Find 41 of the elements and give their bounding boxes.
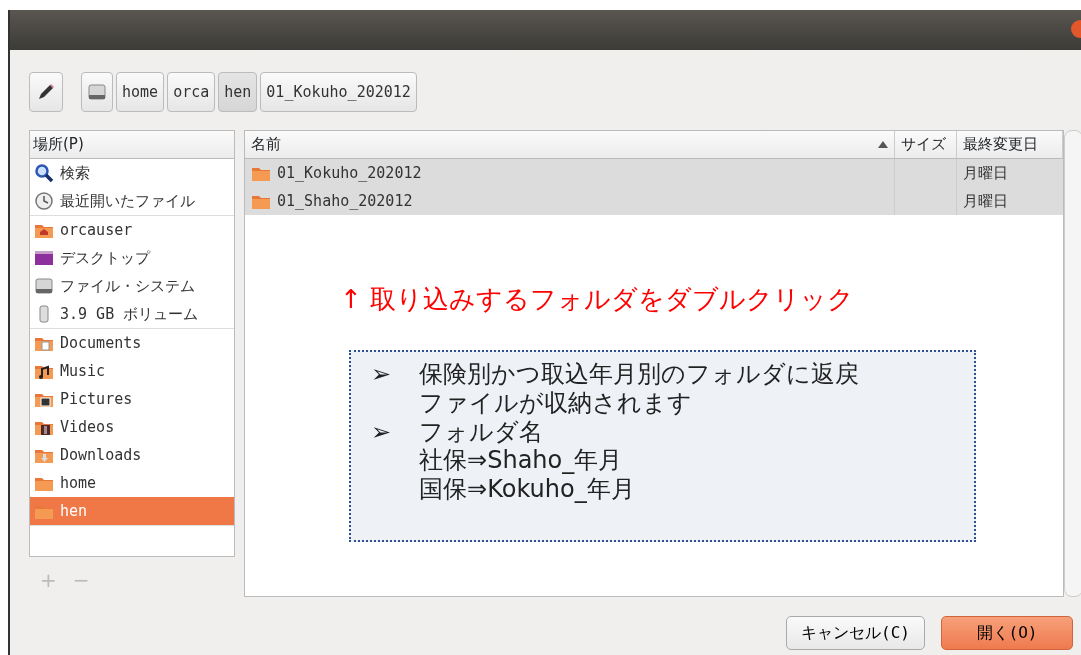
- place-item[interactable]: home: [30, 469, 234, 497]
- drive-icon: [87, 82, 107, 103]
- place-item[interactable]: ファイル・システム: [30, 272, 234, 300]
- note-line: 国保⇒Kokuho_年月: [419, 475, 635, 504]
- place-item[interactable]: 最近開いたファイル: [30, 187, 234, 215]
- clock-icon: [34, 191, 54, 211]
- file-row[interactable]: 01_Kokuho_202012 月曜日: [245, 159, 1063, 187]
- bullet-icon: ➢: [371, 417, 392, 504]
- column-header[interactable]: 名前: [245, 131, 895, 158]
- place-item[interactable]: デスクトップ: [30, 244, 234, 272]
- place-item[interactable]: Documents: [30, 329, 234, 357]
- path-crumb[interactable]: 01_Kokuho_202012: [260, 72, 417, 112]
- place-item[interactable]: 検索: [30, 159, 234, 187]
- column-header[interactable]: サイズ: [895, 131, 957, 158]
- annotation-text: ↑ 取り込みするフォルダをダブルクリック: [340, 283, 855, 316]
- path-crumb[interactable]: home: [116, 72, 165, 112]
- scrollbar[interactable]: [1064, 130, 1081, 597]
- place-item[interactable]: Downloads: [30, 441, 234, 469]
- cancel-button[interactable]: キャンセル(C): [786, 616, 925, 650]
- place-item[interactable]: orcauser: [30, 216, 234, 244]
- path-crumb[interactable]: orca: [167, 72, 216, 112]
- place-item[interactable]: Pictures: [30, 385, 234, 413]
- column-header[interactable]: 最終変更日: [957, 131, 1063, 158]
- note-line: ファイルが収納されます: [419, 388, 694, 418]
- place-item[interactable]: 3.9 GB ボリューム: [30, 300, 234, 328]
- path-crumb[interactable]: hen: [218, 72, 258, 112]
- drive-icon: [34, 276, 54, 296]
- open-button[interactable]: 開く(O): [941, 616, 1073, 650]
- edit-button[interactable]: [29, 72, 63, 112]
- bullet-icon: ➢: [371, 360, 392, 418]
- place-item[interactable]: Music: [30, 357, 234, 385]
- note-line: 保険別かつ取込年月別のフォルダに返戻: [419, 360, 860, 389]
- sort-arrow-icon: [878, 141, 888, 148]
- note-line: 社保⇒Shaho_年月: [419, 446, 624, 476]
- search-icon: [34, 163, 54, 183]
- note-line: フォルダ名: [419, 417, 545, 447]
- desktop-icon: [34, 248, 54, 268]
- drive-crumb[interactable]: [81, 72, 113, 112]
- places-header: 場所(P): [30, 131, 234, 159]
- place-item[interactable]: Videos: [30, 413, 234, 441]
- file-row[interactable]: 01_Shaho_202012 月曜日: [245, 187, 1063, 215]
